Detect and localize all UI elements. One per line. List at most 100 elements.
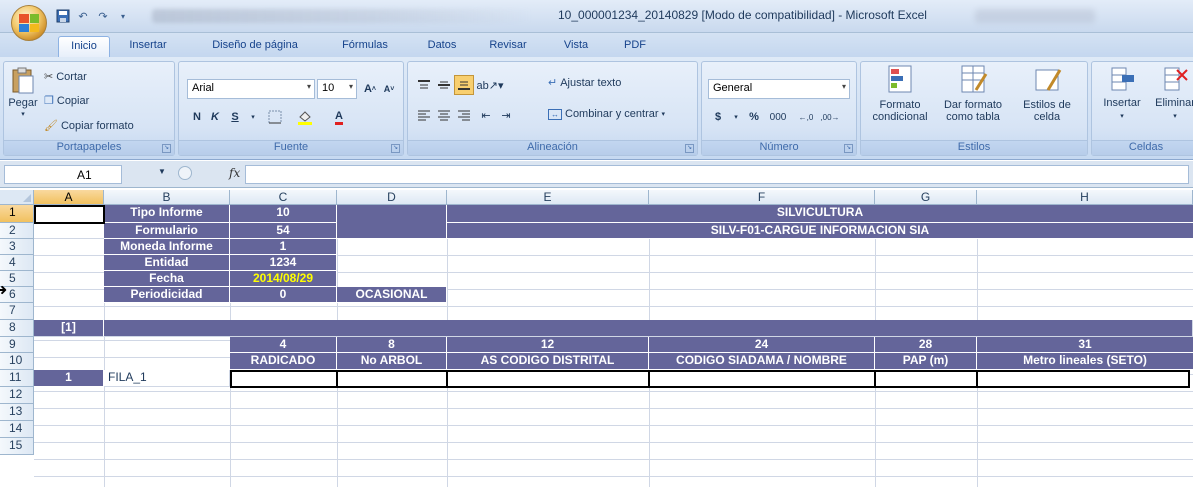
decrease-indent-icon[interactable]: ⇤ (476, 105, 496, 125)
number-format-select[interactable]: General ▾ (708, 79, 850, 99)
cut-button[interactable]: ✂ Cortar (44, 70, 87, 84)
periodicity-text[interactable]: OCASIONAL (337, 287, 447, 303)
column-header-h[interactable]: H (977, 190, 1193, 205)
cell-a1-selected[interactable] (34, 205, 105, 224)
insert-function-icon[interactable]: fx (229, 166, 240, 180)
column-name[interactable]: PAP (m) (875, 353, 977, 370)
row-header-10[interactable]: 10 (0, 353, 34, 370)
param-label[interactable]: Tipo Informe (104, 205, 230, 223)
tab-formulas[interactable]: Fórmulas (330, 36, 400, 57)
column-header-b[interactable]: B (104, 190, 230, 205)
underline-button[interactable]: S (225, 107, 245, 127)
param-value[interactable]: 54 (230, 223, 337, 239)
align-bottom-icon[interactable] (454, 75, 474, 95)
align-top-icon[interactable] (414, 75, 434, 95)
align-right-icon[interactable] (454, 105, 474, 125)
column-header-f[interactable]: F (649, 190, 875, 205)
thousands-button[interactable]: 000 (766, 107, 790, 127)
redo-icon[interactable]: ↷ (94, 7, 112, 25)
row-label-cell[interactable]: FILA_1 (104, 370, 230, 387)
font-size-select[interactable]: 10 ▾ (317, 79, 357, 99)
column-code[interactable]: 28 (875, 337, 977, 353)
grow-font-icon[interactable]: A ˄ (361, 79, 379, 99)
tab-datos[interactable]: Datos (418, 36, 466, 57)
column-code[interactable]: 4 (230, 337, 337, 353)
align-middle-icon[interactable] (434, 75, 454, 95)
input-cell[interactable] (648, 370, 876, 388)
cancel-formula-icon[interactable] (178, 166, 192, 180)
row-header-12[interactable]: 12 (0, 387, 34, 404)
row-header-9[interactable]: 9 (0, 337, 34, 353)
wrap-text-button[interactable]: ↵ Ajustar texto (548, 76, 621, 90)
title-band-left[interactable] (337, 205, 447, 239)
column-code[interactable]: 8 (337, 337, 447, 353)
name-box-dropdown-icon[interactable]: ▼ (158, 167, 166, 176)
column-name[interactable]: AS CODIGO DISTRITAL (447, 353, 649, 370)
row-header-4[interactable]: 4 (0, 255, 34, 271)
column-header-e[interactable]: E (447, 190, 649, 205)
increase-indent-icon[interactable]: ⇥ (496, 105, 516, 125)
dialog-launcher-icon[interactable]: ↘ (685, 144, 694, 153)
row-header-11[interactable]: 11 (0, 370, 34, 387)
tab-insertar[interactable]: Insertar (118, 36, 178, 57)
save-icon[interactable] (54, 7, 72, 25)
formula-input[interactable] (245, 165, 1189, 184)
conditional-format-button[interactable]: Formato condicional (865, 64, 935, 123)
tab-revisar[interactable]: Revisar (480, 36, 536, 57)
input-cell[interactable] (336, 370, 448, 388)
delete-cells-button[interactable]: Eliminar ▾ (1150, 64, 1193, 120)
align-left-icon[interactable] (414, 105, 434, 125)
param-value[interactable]: 1234 (230, 255, 337, 271)
row-header-1[interactable]: 1 (0, 205, 34, 223)
dialog-launcher-icon[interactable]: ↘ (844, 144, 853, 153)
param-label[interactable]: Formulario (104, 223, 230, 239)
column-header-c[interactable]: C (230, 190, 337, 205)
copy-button[interactable]: ❐ Copiar (44, 94, 89, 108)
fill-color-icon[interactable] (295, 107, 315, 127)
tab-inicio[interactable]: Inicio (58, 36, 110, 57)
merge-center-button[interactable]: ↔ Combinar y centrar ▾ (548, 108, 665, 120)
align-center-icon[interactable] (434, 105, 454, 125)
input-cell[interactable] (446, 370, 650, 388)
row-header-8[interactable]: 8 (0, 320, 34, 337)
underline-dropdown-icon[interactable]: ▾ (243, 107, 263, 127)
shrink-font-icon[interactable]: A ˅ (380, 79, 398, 99)
decrease-decimal-icon[interactable]: ,00→ (820, 107, 840, 127)
report-subtitle[interactable]: SILV-F01-CARGUE INFORMACION SIA (447, 223, 1193, 239)
bold-button[interactable]: N (187, 107, 207, 127)
param-value[interactable]: 1 (230, 239, 337, 255)
office-button[interactable] (11, 5, 47, 41)
cell-styles-button[interactable]: Estilos de celda (1011, 64, 1083, 123)
column-header-g[interactable]: G (875, 190, 977, 205)
param-value[interactable]: 0 (230, 287, 337, 303)
param-value[interactable]: 10 (230, 205, 337, 223)
row-header-7[interactable]: 7 (0, 303, 34, 320)
section-band[interactable] (104, 320, 1193, 337)
param-value-date[interactable]: 2014/08/29 (230, 271, 337, 287)
borders-icon[interactable] (265, 107, 285, 127)
italic-button[interactable]: K (205, 107, 225, 127)
param-label[interactable]: Entidad (104, 255, 230, 271)
insert-cells-button[interactable]: Insertar ▾ (1096, 64, 1148, 120)
row-header-3[interactable]: 3 (0, 239, 34, 255)
select-all-corner[interactable] (0, 190, 34, 205)
param-label[interactable]: Moneda Informe (104, 239, 230, 255)
row-header-15[interactable]: 15 (0, 438, 34, 455)
tab-vista[interactable]: Vista (556, 36, 596, 57)
dialog-launcher-icon[interactable]: ↘ (391, 144, 400, 153)
currency-dropdown-icon[interactable]: ▾ (726, 107, 746, 127)
tab-pdf[interactable]: PDF (615, 36, 655, 57)
column-code[interactable]: 24 (649, 337, 875, 353)
paste-button[interactable]: Pegar ▾ (8, 66, 38, 118)
column-code[interactable]: 12 (447, 337, 649, 353)
currency-button[interactable]: $ (708, 107, 728, 127)
param-label[interactable]: Fecha (104, 271, 230, 287)
column-header-a[interactable]: A (34, 190, 104, 205)
name-box[interactable]: A1 (4, 165, 122, 184)
customize-qat-icon[interactable]: ▾ (114, 7, 132, 25)
row-header-13[interactable]: 13 (0, 404, 34, 421)
format-as-table-button[interactable]: Dar formato como tabla (937, 64, 1009, 123)
column-header-d[interactable]: D (337, 190, 447, 205)
row-number-cell[interactable]: 1 (34, 370, 104, 387)
increase-decimal-icon[interactable]: ←,0 (796, 107, 816, 127)
